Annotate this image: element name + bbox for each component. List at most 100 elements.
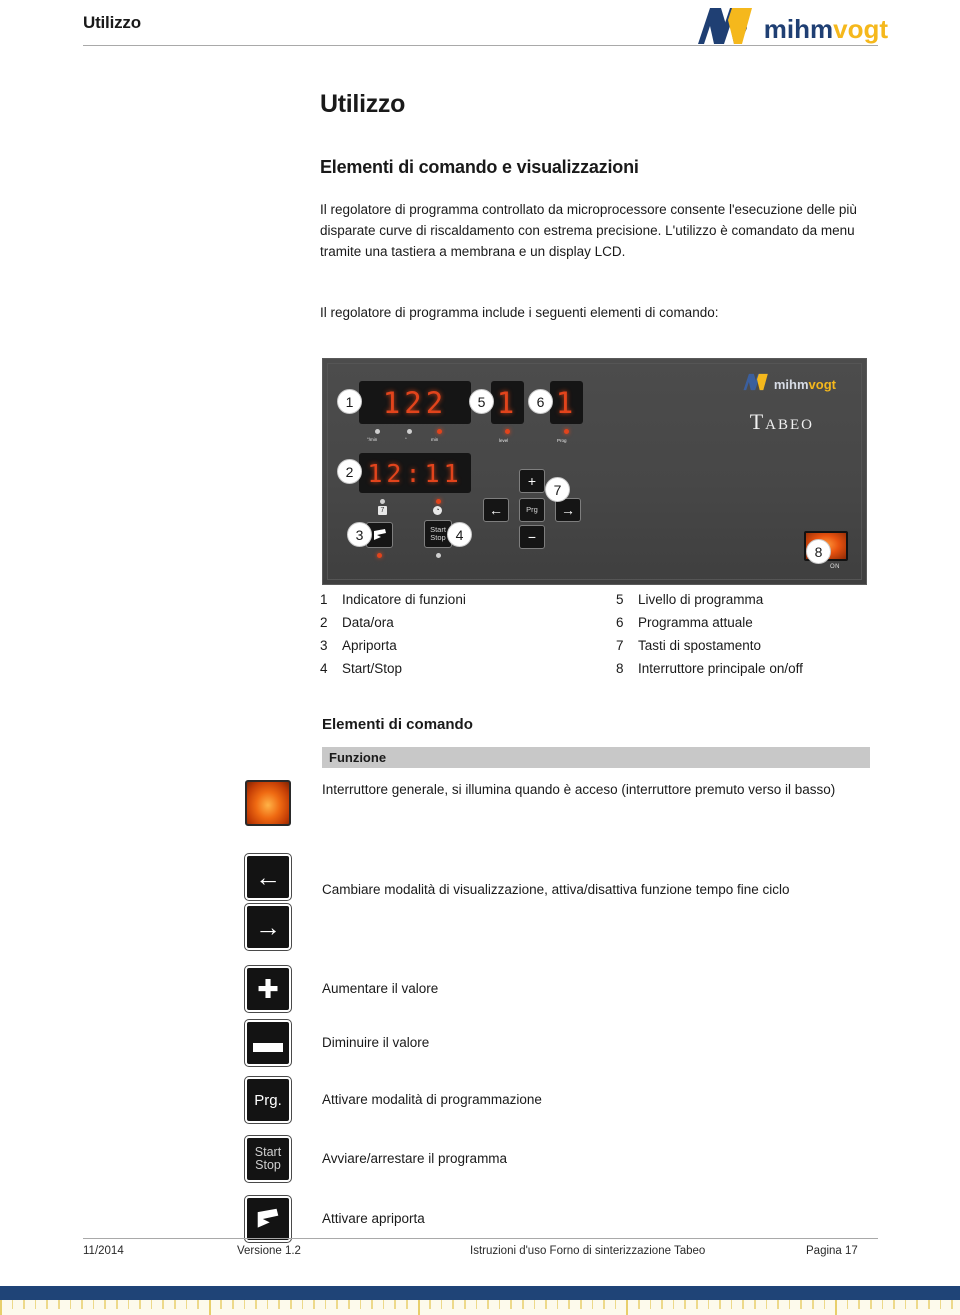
running-head-title: Utilizzo: [83, 13, 141, 32]
legend-number: 2: [320, 615, 328, 630]
callout-2: 2: [337, 459, 362, 484]
table-row: ← → Cambiare modalità di visualizzazione…: [244, 853, 870, 951]
prg-key-icon-label: Prg.: [254, 1091, 282, 1109]
door-opener-icon: [373, 529, 386, 540]
ruler-tick: [858, 1300, 860, 1309]
callout-8: 8: [806, 539, 831, 564]
intro-paragraph-1: Il regolatore di programma controllato d…: [320, 202, 857, 259]
ruler-tick: [232, 1300, 234, 1309]
ruler-tick: [34, 1300, 37, 1309]
ruler-tick: [812, 1300, 814, 1309]
stop-key-label: Stop: [430, 533, 446, 542]
program-level-display: 1: [491, 381, 524, 424]
ruler-tick: [359, 1300, 362, 1309]
arrow-left-key[interactable]: ←: [483, 498, 509, 522]
ruler-tick: [928, 1300, 930, 1309]
ruler-tick: [823, 1300, 826, 1309]
ruler-tick: [278, 1300, 280, 1309]
intro-paragraph-2: Il regolatore di programma include i seg…: [320, 305, 719, 320]
legend-label: Start/Stop: [342, 661, 403, 676]
legend-label: Tasti di spostamento: [638, 638, 762, 653]
ruler-tick: [127, 1300, 130, 1309]
ruler-tick: [452, 1300, 454, 1309]
table-row: Interruttore generale, si illumina quand…: [245, 780, 870, 826]
table-row-text: Diminuire il valore: [322, 1035, 430, 1050]
ruler-tick: [313, 1300, 315, 1309]
table-row-text: Aumentare il valore: [322, 981, 439, 996]
product-name-label: Tabeo: [749, 409, 814, 434]
mv-monogram-icon: [696, 6, 760, 51]
prog-indicator-label: Prog: [557, 438, 567, 443]
callout-4: 4: [447, 522, 472, 547]
legend-label: Data/ora: [342, 615, 394, 630]
ruler-tick: [684, 1300, 686, 1309]
level-indicator-led: [505, 429, 510, 434]
ruler-tick: [336, 1300, 338, 1309]
legend-item: 6 Programma attuale: [616, 615, 803, 630]
callout-7: 7: [545, 477, 570, 502]
ruler-tick: [661, 1300, 663, 1309]
footer-divider: [83, 1238, 878, 1239]
legend-item: 4 Start/Stop: [320, 661, 466, 676]
temp-indicator-led: [407, 429, 412, 434]
min-indicator-led: [437, 429, 442, 434]
table-row: Start Stop Avviare/arrestare il programm…: [244, 1135, 870, 1183]
ruler-tick: [545, 1300, 547, 1309]
legend-label: Programma attuale: [638, 615, 753, 630]
ruler-tick: [591, 1300, 594, 1309]
ruler-tick: [23, 1300, 25, 1309]
legend-number: 4: [320, 661, 328, 676]
rate-indicator-label: °/min: [367, 437, 378, 442]
ruler-tick: [348, 1300, 350, 1309]
footer-version: Versione 1.2: [237, 1245, 301, 1257]
ruler-tick: [324, 1300, 327, 1309]
ruler-tick: [788, 1300, 791, 1309]
stop-key-icon-label: Stop: [255, 1158, 281, 1172]
legend-number: 6: [616, 615, 624, 630]
legend-label: Apriporta: [342, 638, 397, 653]
table-row-icon-cell: ← →: [244, 853, 322, 951]
ruler-tick: [301, 1300, 304, 1309]
prg-key[interactable]: Prg: [519, 498, 545, 522]
calendar-icon: 7: [378, 506, 387, 515]
ruler-tick: [220, 1300, 222, 1309]
minus-key[interactable]: −: [519, 525, 545, 549]
table-row-icon-cell: ▬: [244, 1019, 322, 1067]
legend-label: Indicatore di funzioni: [342, 592, 466, 607]
legend-item: 5 Livello di programma: [616, 592, 803, 607]
ruler-tick: [846, 1300, 849, 1309]
ruler-tick: [881, 1300, 884, 1309]
ruler-tick: [417, 1300, 420, 1315]
ruler-tick: [719, 1300, 721, 1309]
power-switch-icon: [245, 780, 291, 826]
prg-key-label: Prg: [526, 505, 538, 514]
page-header: Utilizzo mihmvogt: [0, 0, 960, 56]
table-title: Elementi di comando: [322, 716, 473, 733]
table-row: Attivare apriporta: [244, 1195, 870, 1243]
ruler-tick: [614, 1300, 617, 1309]
ruler-tick: [649, 1300, 652, 1309]
ruler-tick: [290, 1300, 292, 1309]
current-program-display: 1: [550, 381, 583, 424]
ruler-tick: [556, 1300, 559, 1309]
ruler-tick: [394, 1300, 396, 1309]
ruler-tick: [406, 1300, 408, 1309]
table-row-icon-cell: Prg.: [244, 1076, 322, 1124]
company-logo: mihmvogt: [696, 6, 888, 50]
arrow-left-key-icon: ←: [244, 853, 292, 901]
ruler-tick: [255, 1300, 257, 1309]
panel-mv-monogram-icon: [742, 373, 772, 396]
ruler-tick: [568, 1300, 570, 1309]
callout-5: 5: [469, 389, 494, 414]
ruler-tick: [754, 1300, 756, 1309]
ruler-tick: [464, 1300, 466, 1309]
ruler-tick: [951, 1300, 953, 1309]
min-indicator-label: min: [431, 437, 439, 442]
ruler-tick: [730, 1300, 733, 1309]
arrow-left-icon: ←: [489, 502, 503, 518]
date-indicator-led: [380, 499, 385, 504]
plus-key[interactable]: +: [519, 469, 545, 493]
door-key-led: [377, 553, 382, 558]
legend-label: Livello di programma: [638, 592, 764, 607]
ruler-tick: [893, 1300, 895, 1309]
